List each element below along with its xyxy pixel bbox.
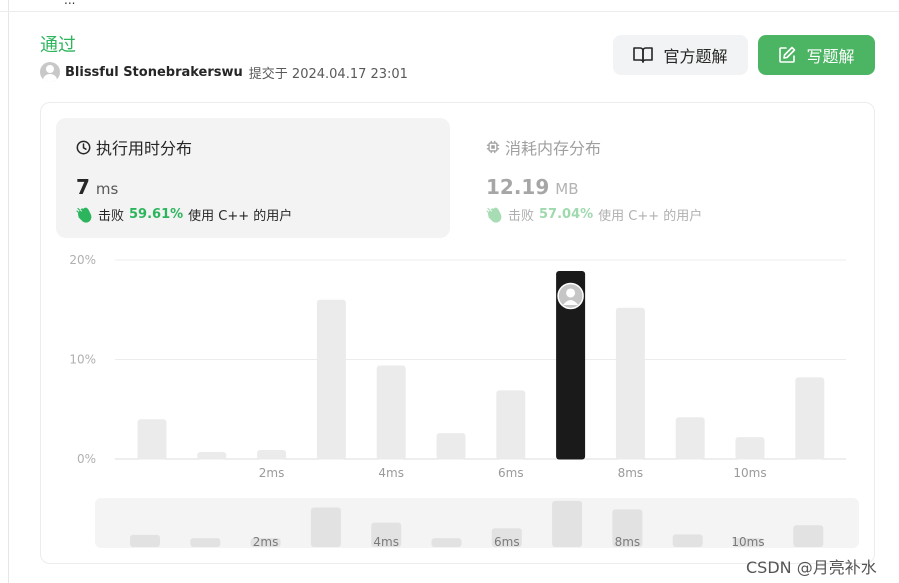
- runtime-distribution-chart[interactable]: 0% 10% 20% 2ms 4ms 6ms 8ms 10ms 2ms 4ms 6ms 8ms 10…: [0, 0, 899, 583]
- chart-x-labels: 2ms 4ms 6ms 8ms 10ms: [259, 466, 767, 480]
- avatar-head: [566, 288, 576, 298]
- chart-bar[interactable]: [675, 417, 705, 460]
- x-tick-label: 10ms: [733, 466, 766, 480]
- chart-bar[interactable]: [735, 437, 765, 460]
- overview-bar: [310, 507, 341, 547]
- chart-bar[interactable]: [197, 452, 227, 460]
- overview-tick-label: 10ms: [731, 535, 764, 549]
- overview-tick-label: 8ms: [615, 535, 641, 549]
- chart-bar[interactable]: [316, 299, 346, 460]
- overview-bar: [793, 525, 824, 547]
- chart-bar[interactable]: [496, 390, 526, 460]
- overview-bar: [552, 500, 583, 547]
- x-tick-label: 8ms: [618, 466, 644, 480]
- x-tick-label: 2ms: [259, 466, 285, 480]
- chart-bar[interactable]: [376, 365, 406, 460]
- overview-bar: [130, 534, 160, 547]
- overview-bar: [190, 538, 221, 547]
- y-tick-label: 10%: [69, 353, 96, 367]
- chart-bars: [137, 270, 825, 460]
- x-tick-label: 6ms: [498, 466, 524, 480]
- chart-bar[interactable]: [795, 377, 825, 460]
- overview-tick-label: 6ms: [494, 535, 520, 549]
- overview-bar: [672, 534, 703, 547]
- chart-bar[interactable]: [257, 450, 287, 460]
- chart-bar[interactable]: [436, 433, 466, 460]
- overview-bar: [431, 538, 462, 547]
- x-tick-label: 4ms: [378, 466, 404, 480]
- overview-range-selector: 2ms 4ms 6ms 8ms 10ms: [95, 498, 859, 549]
- csdn-watermark: CSDN @月亮补水: [746, 558, 877, 577]
- chart-bar[interactable]: [615, 307, 645, 460]
- overview-tick-label: 2ms: [253, 535, 279, 549]
- chart-bar[interactable]: [137, 419, 167, 460]
- overview-tick-label: 4ms: [373, 535, 399, 549]
- y-tick-label: 0%: [77, 452, 96, 466]
- y-tick-label: 20%: [69, 253, 96, 267]
